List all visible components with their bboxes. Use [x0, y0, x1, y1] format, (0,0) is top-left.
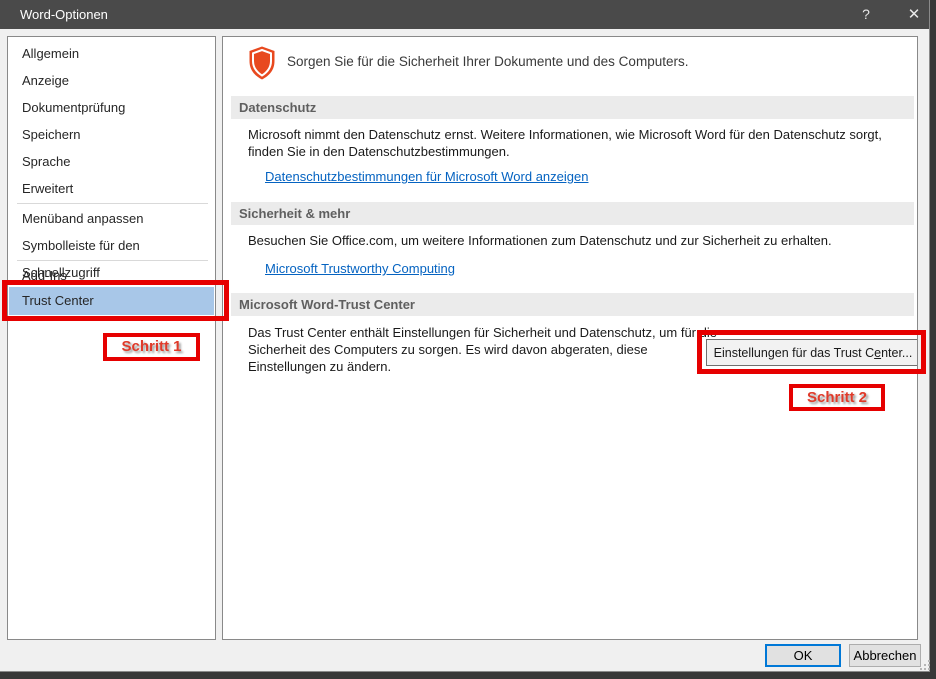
sidebar-item-allgemein[interactable]: Allgemein: [9, 40, 214, 67]
sidebar-item-speichern[interactable]: Speichern: [9, 121, 214, 148]
sidebar-item-sprache[interactable]: Sprache: [9, 148, 214, 175]
sidebar-item-menueband[interactable]: Menüband anpassen: [9, 205, 214, 232]
datenschutz-body: Microsoft nimmt den Datenschutz ernst. W…: [248, 126, 916, 160]
resize-grip[interactable]: [921, 661, 930, 670]
security-shield-icon: [248, 46, 276, 80]
sidebar-separator: [17, 260, 208, 261]
close-icon[interactable]: ✕: [892, 0, 936, 29]
word-options-dialog: Word-Optionen ? ✕ Allgemein Anzeige Doku…: [0, 0, 930, 672]
page-title: Sorgen Sie für die Sicherheit Ihrer Doku…: [287, 54, 688, 69]
sidebar-item-symbolleiste[interactable]: Symbolleiste für den Schnellzugriff: [9, 232, 214, 259]
section-header-sicherheit: Sicherheit & mehr: [231, 202, 914, 225]
trustworthy-computing-link[interactable]: Microsoft Trustworthy Computing: [265, 261, 455, 276]
step2-label: Schritt 2: [789, 384, 885, 411]
step1-highlight-box: [2, 280, 229, 321]
help-icon[interactable]: ?: [846, 0, 886, 29]
dialog-title: Word-Optionen: [20, 0, 108, 29]
cancel-button[interactable]: Abbrechen: [849, 644, 921, 667]
titlebar: Word-Optionen ? ✕: [0, 0, 929, 29]
section-header-trust-center: Microsoft Word-Trust Center: [231, 293, 914, 316]
sidebar-item-anzeige[interactable]: Anzeige: [9, 67, 214, 94]
step1-label: Schritt 1: [103, 333, 200, 361]
sidebar-item-erweitert[interactable]: Erweitert: [9, 175, 214, 202]
step2-highlight-box: [697, 330, 926, 374]
trust-center-body: Das Trust Center enthält Einstellungen f…: [248, 324, 726, 375]
sicherheit-body: Besuchen Sie Office.com, um weitere Info…: [248, 232, 916, 249]
sidebar-item-dokumentpruefung[interactable]: Dokumentprüfung: [9, 94, 214, 121]
section-header-datenschutz: Datenschutz: [231, 96, 914, 119]
datenschutz-link[interactable]: Datenschutzbestimmungen für Microsoft Wo…: [265, 169, 588, 184]
ok-button[interactable]: OK: [765, 644, 841, 667]
sidebar-separator: [17, 203, 208, 204]
